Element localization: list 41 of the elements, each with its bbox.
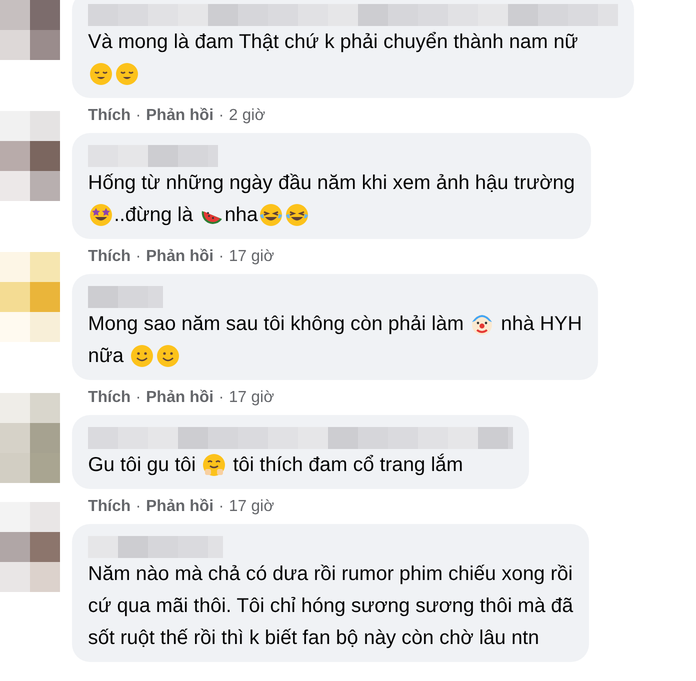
- clown-face-icon: [470, 312, 494, 336]
- action-link[interactable]: Thích: [88, 386, 131, 410]
- smiling-face-icon: [130, 344, 154, 368]
- action-link[interactable]: Phản hồi: [146, 494, 214, 518]
- smiling-face-icon: [156, 344, 180, 368]
- action-link[interactable]: Thích: [88, 104, 131, 128]
- tears-of-joy-face-icon: [258, 203, 283, 227]
- separator-dot: ·: [218, 496, 224, 516]
- timestamp: 17 giờ: [228, 388, 274, 408]
- timestamp: 2 giờ: [228, 106, 266, 126]
- timestamp: 17 giờ: [228, 246, 274, 266]
- separator-dot: ·: [136, 388, 141, 408]
- comment-text: Gu tôi gu tôi: [88, 453, 197, 478]
- tears-of-joy-face-icon: [284, 203, 309, 227]
- hugging-face-icon: [202, 453, 226, 477]
- comment-text: Mong sao năm sau tôi không còn phải làm: [88, 312, 465, 337]
- action-link[interactable]: Phản hồi: [146, 244, 214, 268]
- star-eyes-face-icon: [89, 203, 113, 227]
- separator-dot: ·: [218, 106, 224, 126]
- comment-text: nha: [224, 203, 258, 228]
- separator-dot: ·: [218, 388, 224, 408]
- action-link[interactable]: Thích: [88, 244, 131, 268]
- comment-text: Hống từ những ngày đầu năm khi xem ảnh hậu trường: [88, 171, 575, 196]
- relieved-face-icon: [89, 62, 113, 86]
- comment-text: sốt ruột thế rồi thì k biết fan bộ này còn chờ lâu ntn: [88, 626, 540, 651]
- comment-text: nữa: [88, 344, 125, 369]
- action-link[interactable]: Thích: [88, 494, 131, 518]
- comment-text: cứ qua mãi thôi. Tôi chỉ hóng sương sương thôi mà đã: [88, 594, 574, 619]
- relieved-face-icon: [115, 62, 139, 86]
- comment-text: nhà HYH: [500, 312, 582, 337]
- separator-dot: ·: [218, 246, 224, 266]
- action-link[interactable]: Phản hồi: [146, 386, 214, 410]
- comment-text: Năm nào mà chả có dưa rồi rumor phim chiếu xong rồi: [88, 562, 573, 587]
- separator-dot: ·: [136, 106, 141, 126]
- comment-text: ..đừng là: [114, 203, 194, 228]
- timestamp: 17 giờ: [228, 496, 274, 516]
- action-link[interactable]: Phản hồi: [146, 104, 214, 128]
- comment-text: Và mong là đam Thật chứ k phải chuyển thành nam nữ: [88, 30, 578, 55]
- separator-dot: ·: [136, 496, 141, 516]
- comment-text: tôi thích đam cổ trang lắm: [232, 452, 464, 478]
- separator-dot: ·: [136, 246, 141, 266]
